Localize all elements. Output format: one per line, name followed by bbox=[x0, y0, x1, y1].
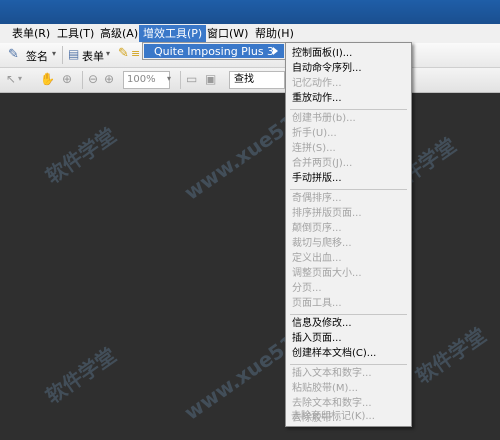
review-icon[interactable]: ✎ bbox=[118, 46, 129, 61]
menu-item-remove-text-numbers[interactable]: 去除文本和数字... bbox=[292, 397, 372, 411]
menu-item-manual-imposition[interactable]: 手动拼版... bbox=[292, 172, 342, 186]
review-label-icon: ≡ bbox=[131, 47, 141, 60]
zoom-level-input[interactable]: 100% bbox=[123, 71, 170, 89]
form-dropdown-icon[interactable]: ▾ bbox=[106, 49, 110, 58]
menu-item-step-repeat[interactable]: 连拼(S)... bbox=[292, 142, 336, 156]
menu-item-create-sample-doc[interactable]: 创建样本文档(C)... bbox=[292, 347, 376, 361]
zoom-in-icon[interactable]: ⊕ bbox=[104, 72, 114, 86]
menu-item-sort-imposed-pages[interactable]: 排序拼版页面... bbox=[292, 207, 362, 221]
search-input[interactable]: 查找 bbox=[229, 71, 285, 89]
menu-item-remove-registration-marks[interactable]: 去除套印标记(K)... bbox=[291, 410, 375, 424]
menu-separator bbox=[290, 364, 407, 365]
menu-item-create-booklet[interactable]: 创建书册(b)... bbox=[292, 112, 356, 126]
menu-bar: 表单(R) 工具(T) 高级(A) 增效工具(P) 窗口(W) 帮助(H) bbox=[0, 24, 500, 44]
menu-item-replay-action[interactable]: 重放动作... bbox=[292, 92, 342, 106]
menu-separator bbox=[290, 314, 407, 315]
fit-width-icon[interactable]: ▣ bbox=[205, 72, 216, 86]
zoom-tool-icon[interactable]: ⊕ bbox=[62, 72, 72, 86]
menu-item-record-action[interactable]: 记忆动作... bbox=[292, 77, 342, 91]
watermark-text: 软件学堂 bbox=[411, 322, 491, 389]
toolbar-divider bbox=[180, 71, 181, 89]
menu-item-resize-pages[interactable]: 调整页面大小... bbox=[292, 267, 362, 281]
menu-advanced[interactable]: 高级(A) bbox=[96, 25, 142, 42]
sign-dropdown-icon[interactable]: ▾ bbox=[52, 49, 56, 58]
submenu-arrow-icon bbox=[273, 47, 278, 55]
toolbar-navigation: ↖ ▾ ✋ ⊕ ⊖ ⊕ 100% ▾ ▭ ▣ 查找 bbox=[0, 68, 500, 93]
menu-window[interactable]: 窗口(W) bbox=[203, 25, 252, 42]
select-tool-icon[interactable]: ↖ bbox=[6, 72, 16, 86]
form-button[interactable]: 表单 bbox=[82, 48, 104, 64]
hand-tool-icon[interactable]: ✋ bbox=[40, 72, 55, 86]
plugin-submenu: Quite Imposing Plus 3 bbox=[142, 42, 286, 60]
form-icon: ▤ bbox=[68, 47, 80, 61]
menu-item-odd-even-sort[interactable]: 奇偶排序... bbox=[292, 192, 342, 206]
menu-separator bbox=[290, 109, 407, 110]
quite-imposing-label: Quite Imposing Plus 3 bbox=[154, 45, 275, 58]
watermark-text: 软件学堂 bbox=[41, 122, 121, 189]
quite-imposing-menu-item[interactable]: Quite Imposing Plus 3 bbox=[144, 44, 284, 58]
toolbar-divider bbox=[62, 46, 63, 64]
menu-item-fold[interactable]: 折手(U)... bbox=[292, 127, 337, 141]
menu-item-insert-text-numbers[interactable]: 插入文本和数字... bbox=[292, 367, 372, 381]
menu-item-auto-sequence[interactable]: 自动命令序列... bbox=[292, 62, 362, 76]
menu-item-split-pages[interactable]: 分页... bbox=[292, 282, 322, 296]
zoom-out-icon[interactable]: ⊖ bbox=[88, 72, 98, 86]
zoom-dropdown-icon[interactable]: ▾ bbox=[167, 74, 177, 84]
fit-page-icon[interactable]: ▭ bbox=[186, 72, 197, 86]
menu-tools[interactable]: 工具(T) bbox=[53, 25, 98, 42]
menu-item-reverse-pages[interactable]: 颠倒页序... bbox=[292, 222, 342, 236]
menu-item-define-bleed[interactable]: 定义出血... bbox=[292, 252, 342, 266]
watermark-text: 软件学堂 bbox=[41, 342, 121, 409]
select-dropdown-icon[interactable]: ▾ bbox=[18, 74, 22, 83]
menu-item-merge-pages[interactable]: 合并两页(J)... bbox=[292, 157, 352, 171]
menu-plugins[interactable]: 增效工具(P) bbox=[139, 25, 207, 42]
menu-item-control-panel[interactable]: 控制面板(I)... bbox=[292, 47, 352, 61]
window-titlebar bbox=[0, 0, 500, 24]
menu-item-trim-creep[interactable]: 裁切与爬移... bbox=[292, 237, 352, 251]
quite-imposing-dropdown: 控制面板(I)... 自动命令序列... 记忆动作... 重放动作... 创建书… bbox=[285, 42, 412, 427]
menu-item-info-modify[interactable]: 信息及修改... bbox=[292, 317, 352, 331]
menu-item-paste-tape[interactable]: 粘贴胶带(M)... bbox=[292, 382, 358, 396]
menu-form[interactable]: 表单(R) bbox=[8, 25, 54, 42]
menu-separator bbox=[290, 189, 407, 190]
menu-help[interactable]: 帮助(H) bbox=[251, 25, 298, 42]
menu-item-insert-pages[interactable]: 插入页面... bbox=[292, 332, 342, 346]
menu-item-page-tools[interactable]: 页面工具... bbox=[292, 297, 342, 311]
pen-icon: ✎ bbox=[8, 47, 19, 62]
sign-button[interactable]: 签名 bbox=[26, 48, 48, 64]
toolbar-divider bbox=[82, 71, 83, 89]
